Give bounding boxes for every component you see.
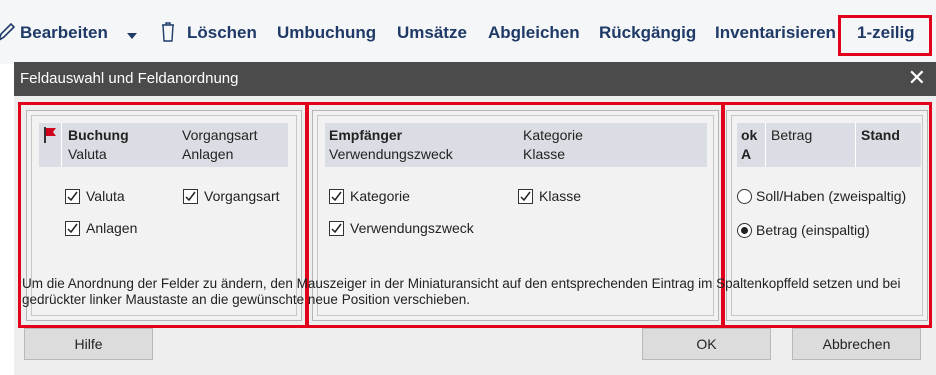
radio-label: Soll/Haben (zweispaltig) <box>756 188 907 204</box>
reconcile-button[interactable]: Abgleichen <box>488 22 580 44</box>
checkbox-check-icon[interactable] <box>518 189 533 204</box>
dialog-titlebar[interactable]: Feldauswahl und Feldanordnung ✕ <box>14 62 936 96</box>
radio-button-icon[interactable] <box>737 223 752 238</box>
mini-field[interactable]: Empfänger <box>329 126 402 144</box>
checkbox-label: Vorgangsart <box>204 188 280 204</box>
instruction-text: Um die Anordnung der Felder zu ändern, d… <box>22 276 901 307</box>
edit-label: Bearbeiten <box>20 23 108 42</box>
radio-label: Betrag (einspaltig) <box>756 222 870 238</box>
checkbox-label: Kategorie <box>350 188 410 204</box>
checkbox-vorgangsart[interactable]: Vorgangsart <box>183 187 280 205</box>
radio-debit-credit[interactable]: Soll/Haben (zweispaltig) <box>737 187 906 205</box>
checkbox-klasse[interactable]: Klasse <box>518 187 581 205</box>
ok-button[interactable]: OK <box>642 328 771 360</box>
mini-field[interactable]: Vorgangsart <box>182 126 258 144</box>
cancel-button-label: Abbrechen <box>822 336 891 352</box>
delete-button[interactable]: Löschen <box>187 22 257 44</box>
checkbox-anlagen[interactable]: Anlagen <box>65 219 137 237</box>
sales-button[interactable]: Umsätze <box>397 22 467 44</box>
edit-button[interactable]: Bearbeiten <box>20 22 108 44</box>
checkbox-check-icon[interactable] <box>329 221 344 236</box>
mini-field[interactable]: Verwendungszweck <box>329 145 453 163</box>
checkbox-check-icon[interactable] <box>65 189 80 204</box>
mini-field[interactable]: Kategorie <box>523 126 583 144</box>
checkbox-label: Klasse <box>539 188 582 204</box>
help-button-label: Hilfe <box>74 336 103 352</box>
cancel-button[interactable]: Abbrechen <box>792 328 921 360</box>
help-button[interactable]: Hilfe <box>24 328 153 360</box>
checkbox-check-icon[interactable] <box>65 221 80 236</box>
checkbox-check-icon[interactable] <box>329 189 344 204</box>
mini-field[interactable]: Buchung <box>68 126 129 144</box>
mini-header[interactable]: ok <box>741 126 757 144</box>
mini-preview-amount[interactable]: ok Betrag Stand A <box>737 123 921 167</box>
checkbox-check-icon[interactable] <box>183 189 198 204</box>
mini-preview-payee[interactable]: Empfänger Kategorie Verwendungszweck Kla… <box>325 123 707 167</box>
dropdown-arrow-icon[interactable] <box>127 28 137 46</box>
checkbox-kategorie[interactable]: Kategorie <box>329 187 410 205</box>
mini-header[interactable]: Betrag <box>771 126 812 144</box>
mini-field[interactable]: Klasse <box>523 145 565 163</box>
radio-button-icon[interactable] <box>737 189 752 204</box>
ok-button-label: OK <box>696 336 717 352</box>
checkbox-label: Anlagen <box>86 220 138 236</box>
trash-icon <box>160 21 176 48</box>
undo-button[interactable]: Rückgängig <box>599 22 696 44</box>
inventory-button[interactable]: Inventarisieren <box>715 22 836 44</box>
oneline-highlight <box>838 15 932 56</box>
mini-cell: A <box>741 146 752 162</box>
checkbox-label: Verwendungszweck <box>350 220 474 236</box>
mini-field[interactable]: Valuta <box>68 145 107 163</box>
transfer-button[interactable]: Umbuchung <box>277 22 376 44</box>
field-selection-dialog: Feldauswahl und Feldanordnung ✕ Buchung … <box>14 62 936 375</box>
dialog-title: Feldauswahl und Feldanordnung <box>20 70 239 87</box>
checkbox-verwendungszweck[interactable]: Verwendungszweck <box>329 219 474 237</box>
pencil-icon <box>0 21 16 48</box>
mini-preview-booking[interactable]: Buchung Vorgangsart Valuta Anlagen <box>39 123 288 167</box>
checkbox-label: Valuta <box>86 188 125 204</box>
close-icon[interactable]: ✕ <box>908 65 926 91</box>
checkbox-valuta[interactable]: Valuta <box>65 187 125 205</box>
mini-header[interactable]: Stand <box>861 126 900 144</box>
radio-amount-single[interactable]: Betrag (einspaltig) <box>737 221 870 239</box>
mini-field[interactable]: Anlagen <box>182 145 233 163</box>
toolbar: Bearbeiten Löschen Umbuchung Umsätze Abg… <box>0 0 936 64</box>
flag-icon <box>43 127 57 146</box>
